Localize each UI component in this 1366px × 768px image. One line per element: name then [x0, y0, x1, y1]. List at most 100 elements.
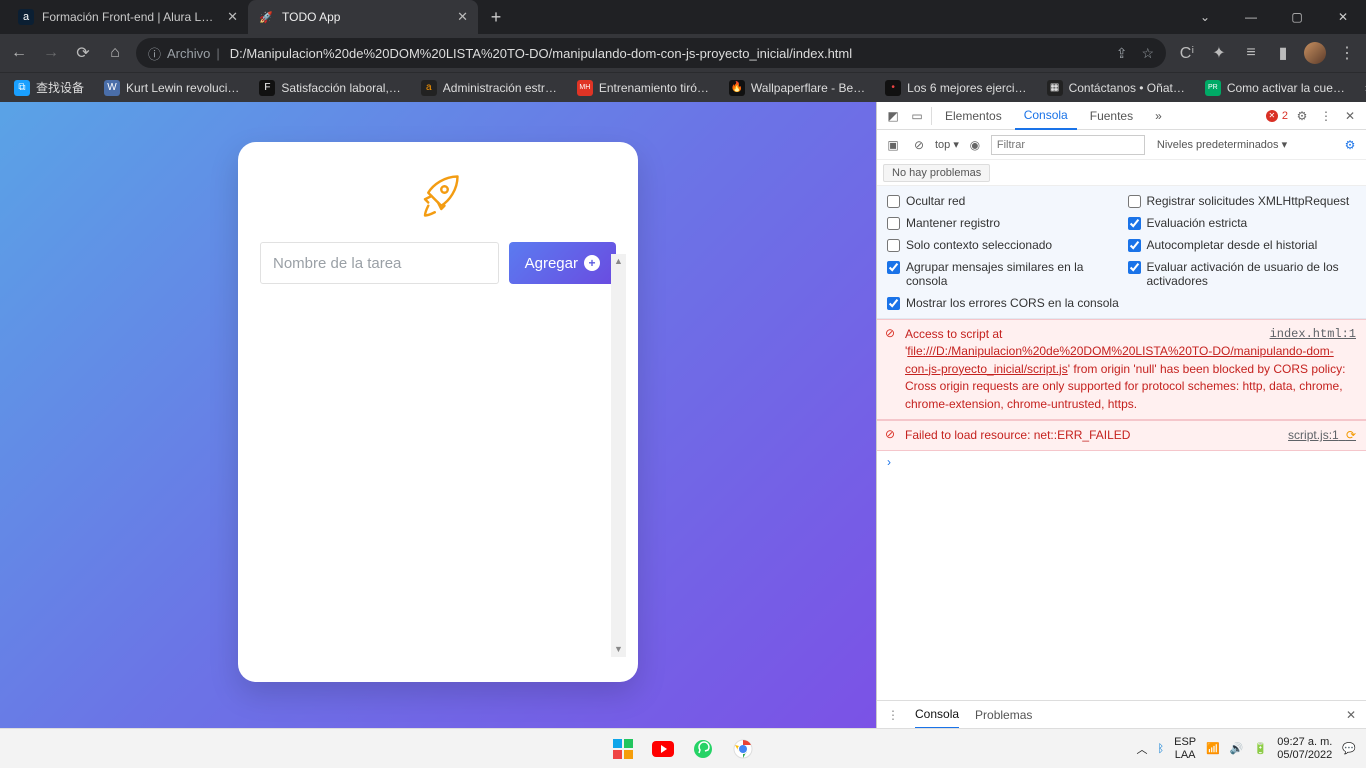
- task-name-input[interactable]: [260, 242, 499, 284]
- site-info-icon[interactable]: ⓘ Archivo |: [148, 44, 220, 63]
- check-hide-network[interactable]: Ocultar red: [887, 194, 1116, 208]
- chevron-down-icon[interactable]: ⌄: [1182, 0, 1228, 34]
- check-strict-eval[interactable]: Evaluación estricta: [1128, 216, 1357, 230]
- whatsapp-icon[interactable]: [690, 736, 716, 762]
- scroll-up-icon[interactable]: ▲: [611, 254, 626, 269]
- gear-icon[interactable]: ⚙: [1292, 109, 1312, 123]
- console-error[interactable]: script.js:1 ⟳ Failed to load resource: n…: [877, 420, 1366, 451]
- language-indicator[interactable]: ESPLAA: [1174, 736, 1196, 760]
- chrome-icon[interactable]: [730, 736, 756, 762]
- close-icon[interactable]: ✕: [1346, 708, 1356, 722]
- tab-console[interactable]: Consola: [1015, 102, 1077, 130]
- bookmark-item[interactable]: ▦Contáctanos • Oñat…: [1039, 75, 1193, 101]
- notifications-icon[interactable]: 💬: [1342, 742, 1356, 755]
- bluetooth-icon[interactable]: ᛒ: [1158, 743, 1165, 755]
- check-autocomplete-history[interactable]: Autocompletar desde el historial: [1128, 238, 1357, 252]
- star-icon[interactable]: ☆: [1141, 45, 1154, 62]
- todo-card: Agregar + ▲ ▼: [238, 142, 638, 682]
- check-group-similar[interactable]: Agrupar mensajes similares en la consola: [887, 260, 1116, 288]
- check-label: Ocultar red: [906, 194, 965, 208]
- start-icon[interactable]: [610, 736, 636, 762]
- inspect-icon[interactable]: ◩: [883, 109, 903, 123]
- tab-sources[interactable]: Fuentes: [1081, 102, 1142, 130]
- bookmark-item[interactable]: •Los 6 mejores ejerci…: [877, 75, 1034, 101]
- close-icon[interactable]: ✕: [457, 9, 468, 25]
- reload-button[interactable]: ⟳: [72, 43, 94, 63]
- bookmark-item[interactable]: WKurt Lewin revoluci…: [96, 75, 247, 101]
- check-user-activation[interactable]: Evaluar activación de usuario de los act…: [1128, 260, 1357, 288]
- check-label: Autocompletar desde el historial: [1147, 238, 1318, 252]
- context-selector[interactable]: top ▾: [935, 138, 959, 151]
- avatar[interactable]: [1304, 42, 1326, 64]
- extensions-icon[interactable]: ✦: [1208, 43, 1230, 63]
- bookmarks-overflow-icon[interactable]: »: [1357, 81, 1366, 95]
- cast-icon[interactable]: Cⁱ: [1176, 43, 1198, 63]
- wifi-icon[interactable]: 📶: [1206, 742, 1220, 755]
- address-bar[interactable]: ⓘ Archivo | D:/Manipulacion%20de%20DOM%2…: [136, 38, 1166, 68]
- console-filter-input[interactable]: [991, 135, 1145, 155]
- close-icon[interactable]: ✕: [1340, 109, 1360, 123]
- volume-icon[interactable]: 🔊: [1230, 742, 1244, 755]
- bookmark-label: Entrenamiento tiró…: [599, 81, 709, 95]
- bookmark-icon: ▦: [1047, 80, 1063, 96]
- scheme-label: Archivo: [167, 46, 210, 61]
- tab-inactive[interactable]: a Formación Front-end | Alura Lata… ✕: [8, 0, 248, 34]
- devtools-panel: ◩ ▭ Elementos Consola Fuentes » ✕2 ⚙ ⋮ ✕…: [876, 102, 1366, 728]
- check-selected-context[interactable]: Solo contexto seleccionado: [887, 238, 1116, 252]
- menu-icon[interactable]: ⋮: [1336, 43, 1358, 63]
- home-button[interactable]: ⌂: [104, 44, 126, 62]
- clock[interactable]: 09:27 a. m.05/07/2022: [1277, 736, 1332, 760]
- error-source-link[interactable]: script.js:1 ⟳: [1288, 427, 1356, 445]
- bookmark-item[interactable]: PRComo activar la cue…: [1197, 75, 1353, 101]
- device-toggle-icon[interactable]: ▭: [907, 109, 927, 123]
- scroll-down-icon[interactable]: ▼: [611, 642, 626, 657]
- check-label: Registrar solicitudes XMLHttpRequest: [1147, 194, 1350, 208]
- minimize-button[interactable]: —: [1228, 0, 1274, 34]
- tab-elements[interactable]: Elementos: [936, 102, 1011, 130]
- error-source-link[interactable]: index.html:1: [1270, 326, 1356, 343]
- close-button[interactable]: ✕: [1320, 0, 1366, 34]
- tabs-overflow-icon[interactable]: »: [1146, 102, 1171, 130]
- bookmark-label: Kurt Lewin revoluci…: [126, 81, 239, 95]
- close-icon[interactable]: ✕: [227, 9, 238, 25]
- bookmark-icon: ⧉: [14, 80, 30, 96]
- bookmark-item[interactable]: FSatisfacción laboral,…: [251, 75, 408, 101]
- bookmark-item[interactable]: MHEntrenamiento tiró…: [569, 75, 717, 101]
- console-error[interactable]: index.html:1 Access to script at 'file:/…: [877, 319, 1366, 420]
- new-tab-button[interactable]: +: [482, 3, 510, 31]
- plus-icon: +: [584, 255, 600, 271]
- bookmark-item[interactable]: aAdministración estr…: [413, 75, 565, 101]
- share-icon[interactable]: ⇪: [1116, 45, 1128, 62]
- toolbar: ← → ⟳ ⌂ ⓘ Archivo | D:/Manipulacion%20de…: [0, 34, 1366, 72]
- bookmark-item[interactable]: 🔥Wallpaperflare - Be…: [721, 75, 873, 101]
- error-badge[interactable]: ✕2: [1266, 110, 1288, 122]
- chevron-up-icon[interactable]: ︿: [1137, 741, 1148, 757]
- side-panel-icon[interactable]: ▮: [1272, 43, 1294, 63]
- tab-strip: a Formación Front-end | Alura Lata… ✕ 🚀 …: [0, 0, 1366, 34]
- maximize-button[interactable]: ▢: [1274, 0, 1320, 34]
- issues-pill[interactable]: No hay problemas: [883, 164, 990, 182]
- kebab-icon[interactable]: ⋮: [1316, 109, 1336, 123]
- live-expression-icon[interactable]: ◉: [965, 138, 985, 152]
- console-prompt[interactable]: ›: [877, 451, 1366, 473]
- check-log-xhr[interactable]: Registrar solicitudes XMLHttpRequest: [1128, 194, 1357, 208]
- check-cors-errors[interactable]: Mostrar los errores CORS en la consola: [887, 296, 1356, 310]
- list-scrollbar[interactable]: ▲ ▼: [611, 254, 626, 657]
- battery-icon[interactable]: 🔋: [1254, 742, 1268, 755]
- tab-active[interactable]: 🚀 TODO App ✕: [248, 0, 478, 34]
- gear-icon[interactable]: ⚙: [1340, 138, 1360, 152]
- check-preserve-log[interactable]: Mantener registro: [887, 216, 1116, 230]
- add-task-button[interactable]: Agregar +: [509, 242, 616, 284]
- execute-icon[interactable]: ▣: [883, 138, 903, 152]
- bookmarks-bar: ⧉查找设备 WKurt Lewin revoluci… FSatisfacció…: [0, 72, 1366, 102]
- clear-console-icon[interactable]: ⊘: [909, 138, 929, 152]
- youtube-icon[interactable]: [650, 736, 676, 762]
- drawer-tab-problems[interactable]: Problemas: [975, 708, 1032, 722]
- bookmark-item[interactable]: ⧉查找设备: [6, 75, 92, 101]
- log-levels-selector[interactable]: Niveles predeterminados ▾: [1157, 138, 1287, 151]
- drawer-tab-console[interactable]: Consola: [915, 701, 959, 729]
- kebab-icon[interactable]: ⋮: [887, 708, 899, 722]
- reading-list-icon[interactable]: ≡: [1240, 44, 1262, 62]
- back-button[interactable]: ←: [8, 44, 30, 62]
- devtools-tabs: ◩ ▭ Elementos Consola Fuentes » ✕2 ⚙ ⋮ ✕: [877, 102, 1366, 130]
